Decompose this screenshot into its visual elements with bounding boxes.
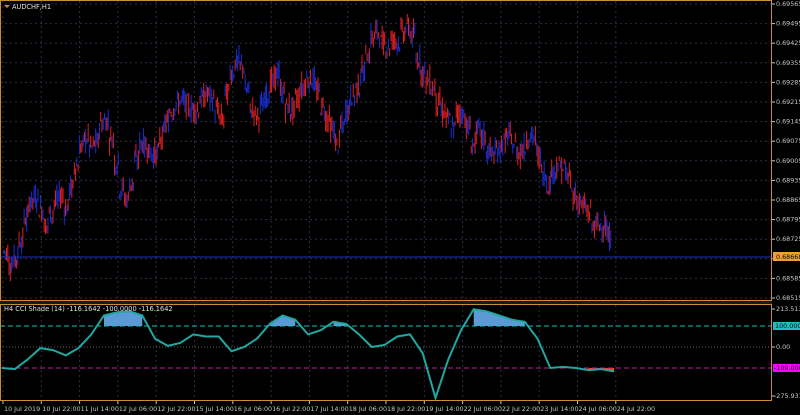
time-tick-label: 18 Jul 22:00: [387, 405, 425, 413]
cci-tick-max: 213.5132: [776, 305, 800, 313]
time-tick-label: 22 Jul 22:00: [502, 405, 540, 413]
cci-tick-minus100: -100.0000: [774, 364, 800, 372]
time-tick-label: 19 Jul 14:00: [425, 405, 463, 413]
time-tick-label: 17 Jul 14:00: [310, 405, 348, 413]
time-tick-label: 22 Jul 06:00: [464, 405, 502, 413]
price-tick-label: 0.69425: [776, 39, 800, 47]
time-tick-label: 10 Jul 2019: [4, 405, 40, 413]
price-tick-label: 0.68795: [776, 216, 800, 224]
mt4-chart-window[interactable]: AUDCHF,H1 0.69565 0.69495 0.69425 0.69355 0.…: [0, 0, 800, 415]
time-tick-label: 11 Jul 14:00: [81, 405, 119, 413]
time-tick-label: 18 Jul 06:00: [349, 405, 387, 413]
price-tick-label: 0.68865: [776, 196, 800, 204]
price-tick-label: 0.68585: [776, 274, 800, 282]
pane-separator[interactable]: [0, 301, 772, 304]
symbol-title: AUDCHF,H1: [4, 3, 51, 11]
time-tick-label: 10 Jul 22:00: [42, 405, 80, 413]
price-tick-label: 0.69355: [776, 59, 800, 67]
time-tick-label: 24 Jul 22:00: [617, 405, 655, 413]
time-tick-label: 24 Jul 06:00: [579, 405, 617, 413]
price-tick-label: 0.69215: [776, 98, 800, 106]
time-tick-label: 16 Jul 06:00: [234, 405, 272, 413]
time-tick-label: 16 Jul 22:00: [272, 405, 310, 413]
time-tick-label: 12 Jul 06:00: [119, 405, 157, 413]
price-tick-label: 0.69075: [776, 137, 800, 145]
price-tick-label: 0.69285: [776, 78, 800, 86]
symbol-title-text: AUDCHF,H1: [12, 3, 51, 11]
cci-tick-plus100: 100.0000: [775, 322, 800, 330]
price-tick-label: 0.68515: [776, 294, 800, 302]
current-price-badge: 0.68668: [773, 252, 800, 261]
price-tick-label: 0.69565: [776, 0, 800, 8]
time-tick-label: 12 Jul 22:00: [157, 405, 195, 413]
price-tick-label: 0.68725: [776, 235, 800, 243]
price-tick-label: 0.69495: [776, 20, 800, 28]
current-price-value: 0.68668: [776, 253, 800, 261]
cci-tick-zero: 0.00: [776, 343, 790, 351]
price-tick-label: 0.68935: [776, 176, 800, 184]
indicator-title-text: H4 CCI Shade (14) -116.1642 -100.0000 -1…: [4, 305, 173, 313]
price-tick-label: 0.69145: [776, 118, 800, 126]
time-tick-label: 15 Jul 14:00: [196, 405, 234, 413]
time-tick-label: 23 Jul 14:00: [540, 405, 578, 413]
cci-tick-min: -275.9313: [774, 392, 800, 400]
price-tick-label: 0.69005: [776, 157, 800, 165]
